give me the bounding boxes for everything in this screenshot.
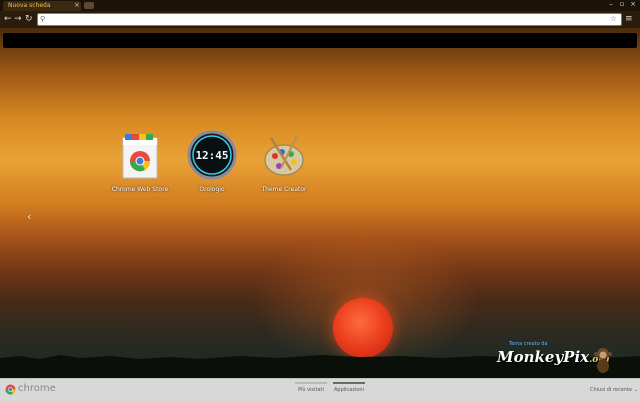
close-tab-icon[interactable]: ×: [74, 1, 80, 9]
ntp-footer: chrome Più visitati Applicazioni Chiusi …: [0, 378, 640, 401]
app-label: Orologio: [199, 186, 225, 193]
footer-tab-label: Più visitati: [298, 387, 324, 393]
omnibox[interactable]: ⚲ ☆: [37, 13, 622, 26]
tab-strip: Nuova scheda × – ▫ ×: [0, 0, 640, 11]
app-theme-creator[interactable]: Theme Creator: [248, 130, 320, 193]
footer-tab-indicator: [333, 382, 365, 384]
reload-icon[interactable]: ↻: [25, 14, 33, 24]
footer-tab-label: Applicazioni: [334, 387, 364, 393]
new-tab-button[interactable]: [84, 2, 94, 9]
clock-icon: 12:45: [185, 130, 239, 184]
minimize-icon[interactable]: –: [606, 0, 616, 8]
close-window-icon[interactable]: ×: [628, 0, 638, 8]
monkey-icon: [594, 348, 612, 373]
previous-page-icon[interactable]: ‹: [27, 210, 31, 223]
forward-icon[interactable]: →: [14, 14, 22, 24]
theme-credit-caption: Tema creato da: [509, 341, 548, 347]
toolbar: ← → ↻ ⚲ ☆ ≡: [0, 11, 640, 28]
app-orologio[interactable]: 12:45 Orologio: [176, 130, 248, 193]
clock-time: 12:45: [195, 149, 229, 162]
maximize-icon[interactable]: ▫: [617, 0, 627, 8]
bookmarks-bar: [3, 33, 637, 48]
theme-creator-palette-icon: [257, 130, 311, 184]
footer-tab-apps[interactable]: Applicazioni: [333, 382, 365, 393]
bookmark-star-icon[interactable]: ☆: [610, 14, 617, 23]
logo-text: MonkeyPix: [497, 348, 590, 366]
app-chrome-web-store[interactable]: Chrome Web Store: [104, 130, 176, 193]
footer-tab-most-visited[interactable]: Più visitati: [295, 382, 327, 393]
recently-closed-label: Chiusi di recente: [590, 387, 633, 393]
app-label: Chrome Web Store: [111, 186, 169, 193]
menu-icon[interactable]: ≡: [625, 14, 633, 24]
chrome-web-store-icon: [113, 130, 167, 184]
chevron-down-icon: ⌄: [633, 387, 638, 393]
search-icon: ⚲: [40, 15, 46, 23]
chrome-logo-icon: [5, 384, 16, 395]
tab-title: Nuova scheda: [8, 2, 51, 9]
app-label: Theme Creator: [261, 186, 307, 193]
chrome-brand-text: chrome: [18, 383, 56, 394]
back-icon[interactable]: ←: [4, 14, 12, 24]
footer-tab-indicator: [295, 382, 327, 384]
tab-new-tab[interactable]: Nuova scheda ×: [3, 1, 81, 11]
recently-closed-menu[interactable]: Chiusi di recente ⌄: [590, 387, 638, 393]
